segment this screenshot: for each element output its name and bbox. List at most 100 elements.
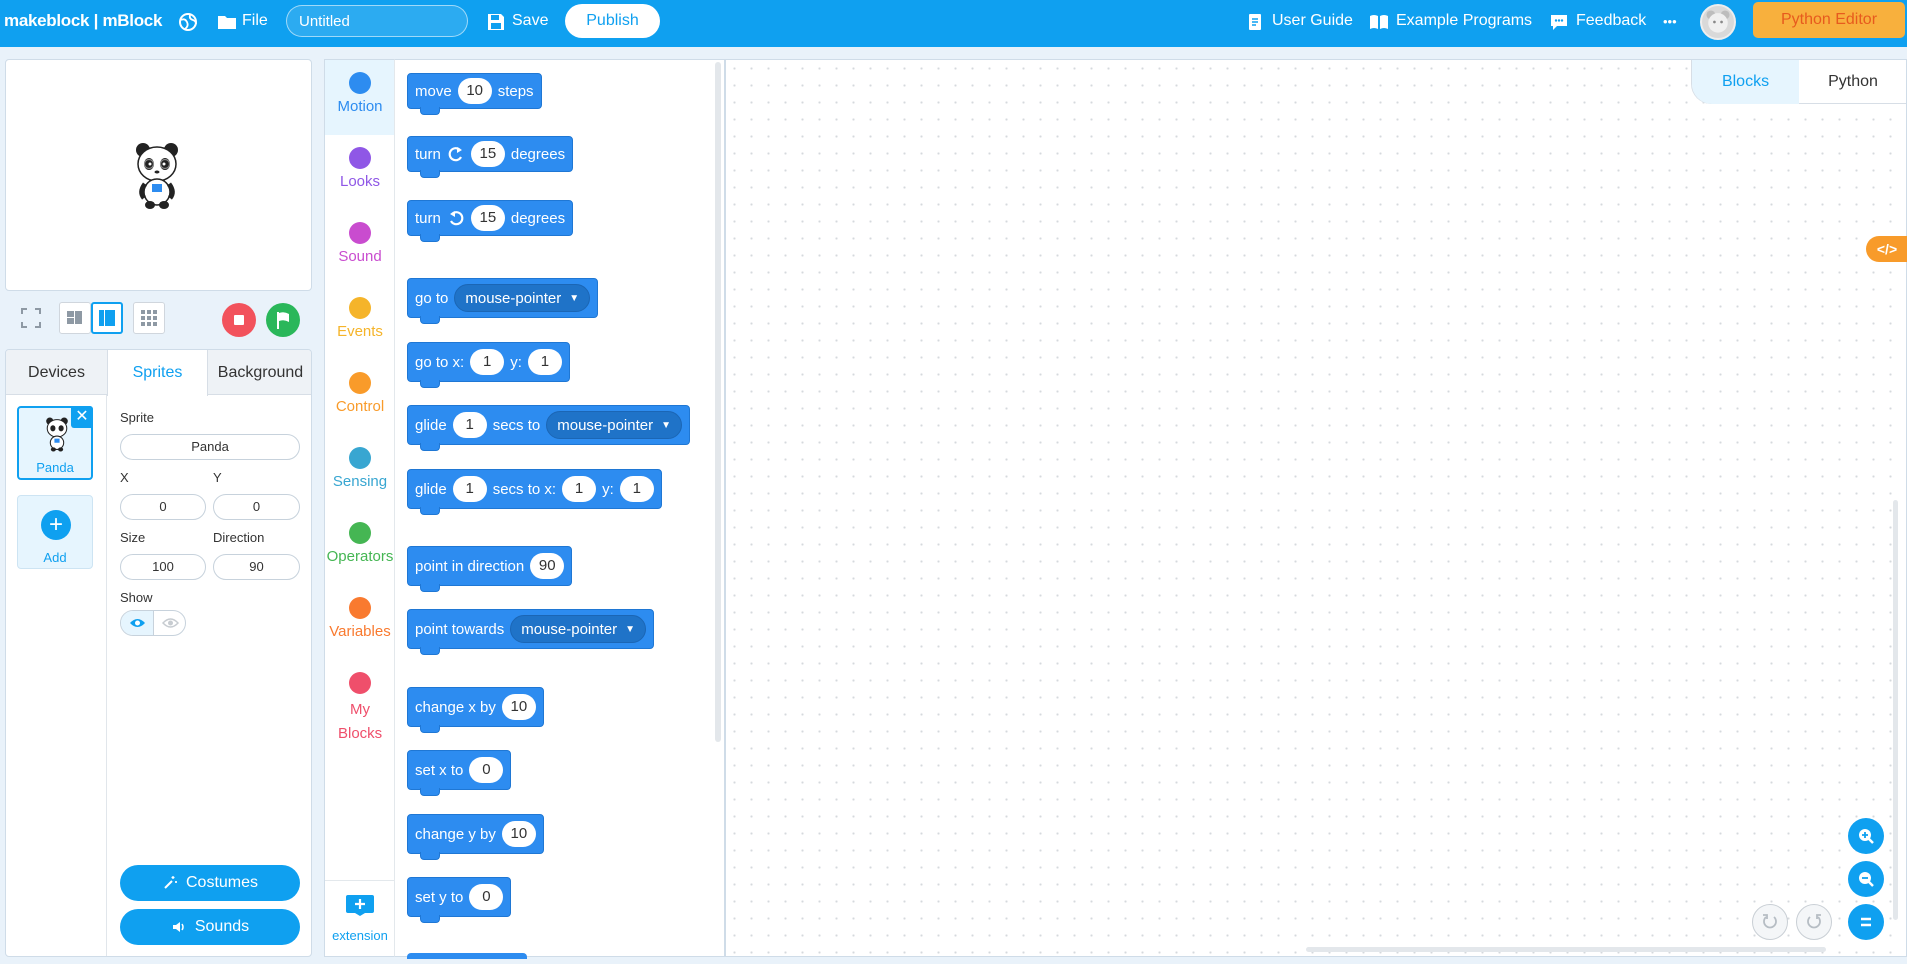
sprite-name-input[interactable]: Panda	[120, 434, 300, 460]
block-set-y[interactable]: set y to 0	[407, 877, 512, 923]
set-x-input[interactable]: 0	[469, 757, 504, 783]
motion-dot-icon	[349, 72, 371, 94]
book-icon[interactable]	[1367, 10, 1391, 34]
workspace-vertical-scrollbar[interactable]	[1893, 500, 1898, 920]
normal-stage-button[interactable]	[91, 302, 123, 334]
sound-dot-icon	[349, 222, 371, 244]
add-sprite-button[interactable]: + Add	[17, 495, 93, 569]
script-workspace[interactable]: Blocks Python </>	[725, 59, 1907, 957]
block-point-in-direction[interactable]: point in direction 90	[407, 546, 573, 592]
degrees-input[interactable]: 15	[470, 141, 505, 167]
tab-blocks[interactable]: Blocks	[1692, 60, 1799, 104]
go-to-target-dropdown[interactable]: mouse-pointer ▼	[454, 284, 591, 312]
tab-devices[interactable]: Devices	[6, 350, 107, 395]
block-move-steps[interactable]: move 10 steps	[407, 73, 542, 115]
size-input[interactable]: 100	[120, 554, 206, 580]
delete-sprite-close-icon[interactable]: ✕	[71, 406, 93, 428]
palette-scrollbar[interactable]	[715, 62, 721, 742]
grid-view-button[interactable]	[133, 302, 165, 334]
stage-canvas[interactable]	[5, 59, 312, 291]
user-avatar[interactable]	[1700, 4, 1736, 40]
more-menu-icon[interactable]: •••	[1663, 14, 1677, 29]
sounds-button[interactable]: Sounds	[120, 909, 300, 945]
block-glide-to-xy[interactable]: glide 1 secs to x: 1 y: 1	[407, 469, 662, 515]
category-looks[interactable]: Looks	[325, 135, 395, 210]
block-go-to[interactable]: go to mouse-pointer ▼	[407, 278, 599, 324]
feedback-link[interactable]: Feedback	[1576, 12, 1646, 30]
x-input[interactable]: 1	[470, 349, 505, 375]
sprite-card-panda[interactable]: ✕ Panda	[17, 406, 93, 480]
show-visible-button[interactable]	[121, 611, 154, 635]
category-motion[interactable]: Motion	[325, 60, 395, 135]
undo-button[interactable]	[1752, 904, 1788, 940]
zoom-in-button[interactable]	[1848, 818, 1884, 854]
block-go-to-xy[interactable]: go to x: 1 y: 1	[407, 342, 570, 388]
save-disk-icon[interactable]	[484, 10, 508, 34]
workspace-horizontal-scrollbar[interactable]	[1306, 947, 1826, 952]
redo-button[interactable]	[1796, 904, 1832, 940]
glide-target-dropdown[interactable]: mouse-pointer ▼	[546, 411, 683, 439]
python-editor-button[interactable]: Python Editor	[1753, 2, 1905, 38]
y-input[interactable]: 1	[527, 349, 562, 375]
zoom-reset-button[interactable]	[1848, 904, 1884, 940]
category-events[interactable]: Events	[325, 285, 395, 360]
x-label: X	[120, 470, 129, 485]
direction-input[interactable]: 90	[530, 553, 565, 579]
block-change-y[interactable]: change y by 10	[407, 814, 544, 860]
y-input[interactable]: 0	[213, 494, 300, 520]
tab-background[interactable]: Background	[208, 350, 311, 395]
small-stage-button[interactable]	[59, 302, 91, 334]
x-input[interactable]: 0	[120, 494, 206, 520]
secs-input[interactable]: 1	[452, 412, 487, 438]
secs-input[interactable]: 1	[452, 476, 487, 502]
category-operators[interactable]: Operators	[325, 510, 395, 585]
block-text: point in direction	[415, 557, 525, 575]
block-text: set y to	[415, 888, 464, 906]
example-programs-link[interactable]: Example Programs	[1396, 12, 1532, 30]
green-flag-button[interactable]	[266, 303, 300, 337]
zoom-out-button[interactable]	[1848, 861, 1884, 897]
set-y-input[interactable]: 0	[469, 884, 504, 910]
user-guide-link[interactable]: User Guide	[1272, 12, 1353, 30]
panda-sprite[interactable]	[131, 140, 183, 210]
block-turn-right[interactable]: turn 15 degrees	[407, 136, 574, 178]
language-globe-icon[interactable]	[176, 10, 200, 34]
category-variables[interactable]: Variables	[325, 585, 395, 660]
looks-dot-icon	[349, 147, 371, 169]
change-y-input[interactable]: 10	[501, 821, 536, 847]
magic-wand-icon	[164, 876, 177, 889]
stop-button[interactable]	[222, 303, 256, 337]
block-set-x[interactable]: set x to 0	[407, 750, 512, 796]
x-input[interactable]: 1	[562, 476, 597, 502]
save-button[interactable]: Save	[512, 12, 548, 30]
feedback-chat-icon[interactable]	[1547, 10, 1571, 34]
steps-input[interactable]: 10	[457, 78, 492, 104]
category-sensing[interactable]: Sensing	[325, 435, 395, 510]
category-control[interactable]: Control	[325, 360, 395, 435]
block-change-x[interactable]: change x by 10	[407, 687, 544, 733]
extension-button[interactable]: extension	[325, 880, 395, 958]
folder-icon[interactable]	[215, 10, 239, 34]
user-guide-icon[interactable]	[1243, 10, 1267, 34]
block-turn-left[interactable]: turn 15 degrees	[407, 200, 574, 242]
show-hidden-button[interactable]	[154, 611, 185, 635]
direction-input[interactable]: 90	[213, 554, 300, 580]
project-title-input[interactable]	[286, 5, 468, 37]
block-point-towards[interactable]: point towards mouse-pointer ▼	[407, 609, 655, 655]
category-sound[interactable]: Sound	[325, 210, 395, 285]
fullscreen-button[interactable]	[15, 302, 47, 334]
publish-button[interactable]: Publish	[565, 4, 660, 38]
tab-python[interactable]: Python	[1799, 60, 1907, 104]
point-towards-dropdown[interactable]: mouse-pointer ▼	[510, 615, 647, 643]
block-glide-to[interactable]: glide 1 secs to mouse-pointer ▼	[407, 405, 691, 451]
brand-logo[interactable]: makeblock | mBlock	[4, 11, 162, 31]
change-x-input[interactable]: 10	[501, 694, 536, 720]
category-my-blocks[interactable]: My Blocks	[325, 660, 395, 755]
sprite-panel-tabs: Devices Sprites Background	[6, 350, 311, 396]
tab-sprites[interactable]: Sprites	[107, 350, 208, 396]
code-panel-toggle-icon[interactable]: </>	[1866, 236, 1907, 262]
degrees-input[interactable]: 15	[470, 205, 505, 231]
file-menu[interactable]: File	[242, 12, 268, 30]
costumes-button[interactable]: Costumes	[120, 865, 300, 901]
y-input[interactable]: 1	[619, 476, 654, 502]
